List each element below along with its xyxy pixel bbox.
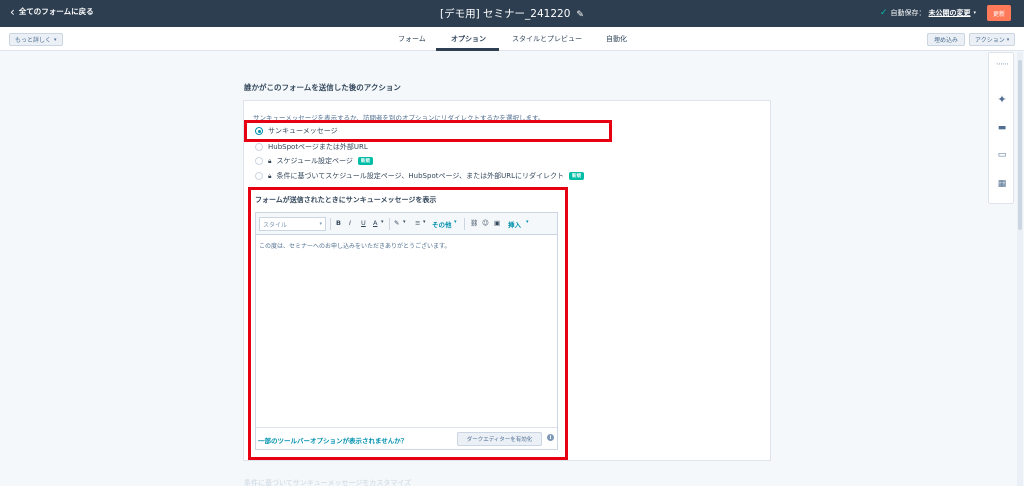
toolbar-options-help-link[interactable]: 一部のツールバーオプションが表示されませんか？ <box>258 435 407 445</box>
editor-toolbar: スタイル ▾ B I U A ▾ ✎ ▾ ≡ ▾ その他 ▾ ⛓ ☺ ▣ 挿入 … <box>256 213 557 235</box>
radio-unchecked[interactable] <box>255 143 263 151</box>
chevron-down-icon: ▾ <box>403 219 406 225</box>
option-scheduling-page[interactable]: 🔒︎ スケジュール設定ページ 新規 <box>255 156 373 166</box>
grid-icon[interactable]: ⋯⋯ <box>996 58 1009 70</box>
tab-automation[interactable]: 自動化 <box>606 34 627 44</box>
tab-options[interactable]: オプション <box>451 34 486 44</box>
editor-heading: フォームが送信されたときにサンキューメッセージを表示 <box>255 196 437 204</box>
underline-button[interactable]: U <box>361 219 366 227</box>
unpublished-changes-link[interactable]: 未公開の変更 <box>929 8 971 18</box>
chat-icon[interactable]: ▬ <box>996 122 1008 134</box>
more-details-label: もっと詳しく <box>15 37 52 44</box>
highlight-box-option <box>244 120 612 142</box>
lock-icon: 🔒︎ <box>268 171 272 180</box>
highlight-pen-icon[interactable]: ✎ <box>394 219 399 227</box>
tab-style-preview[interactable]: スタイルとプレビュー <box>512 34 582 44</box>
chevron-down-icon: ▾ <box>381 219 384 225</box>
align-icon[interactable]: ≡ <box>415 219 420 227</box>
info-icon[interactable]: i <box>547 434 554 441</box>
form-title[interactable]: [デモ用] セミナー_241220 ✎ <box>0 6 1024 21</box>
section-heading: 誰かがこのフォームを送信した後のアクション <box>244 83 401 92</box>
style-select[interactable]: スタイル ▾ <box>259 217 326 231</box>
font-color-button[interactable]: A <box>373 219 377 227</box>
option-conditional-redirect[interactable]: 🔒︎ 条件に基づいてスケジュール設定ページ、HubSpotページ、または外部UR… <box>255 171 585 181</box>
autosave-status: ✓ 自動保存： 未公開の変更 ▾ <box>880 8 976 18</box>
autosave-prefix: 自動保存： <box>890 9 926 17</box>
enable-dark-editor-button[interactable]: ダークエディターを有効化 <box>457 432 542 446</box>
image-icon[interactable]: ▣ <box>494 219 500 227</box>
chevron-down-icon: ▾ <box>973 10 977 16</box>
sparkle-icon[interactable]: ✦ <box>996 93 1008 106</box>
sub-navigation: もっと詳しく ▾ フォーム オプション スタイルとプレビュー 自動化 埋め込み … <box>0 27 1024 51</box>
top-bar: ‹ 全てのフォームに戻る [デモ用] セミナー_241220 ✎ ✓ 自動保存： … <box>0 0 1024 27</box>
insert-button[interactable]: 挿入 <box>508 219 521 229</box>
tab-form[interactable]: フォーム <box>398 34 426 44</box>
more-details-button[interactable]: もっと詳しく ▾ <box>9 33 63 46</box>
chevron-down-icon: ▾ <box>54 36 57 43</box>
embed-button[interactable]: 埋め込み <box>927 33 966 46</box>
actions-label: アクション <box>975 37 1005 44</box>
radio-unchecked[interactable] <box>255 172 263 180</box>
form-title-text: [デモ用] セミナー_241220 <box>440 8 571 20</box>
right-sidebar-rail: ⋯⋯ ✦ ▬ ▭ ▦ <box>988 52 1014 204</box>
lock-icon: 🔒︎ <box>268 156 272 165</box>
style-select-label: スタイル <box>263 221 288 229</box>
active-tab-indicator <box>436 48 499 51</box>
calendar-icon[interactable]: ▦ <box>996 178 1008 190</box>
check-icon: ✓ <box>880 8 888 18</box>
bold-button[interactable]: B <box>336 219 341 227</box>
link-icon[interactable]: ⛓ <box>470 219 478 227</box>
faded-section-heading: 条件に基づいてサンキューメッセージをカスタマイズ <box>244 479 412 486</box>
pencil-icon[interactable]: ✎ <box>576 10 584 20</box>
chevron-down-icon: ▾ <box>526 219 529 225</box>
new-badge: 新規 <box>569 172 585 180</box>
window-icon[interactable]: ▭ <box>996 149 1008 161</box>
toolbar-divider <box>464 218 465 230</box>
publish-button[interactable]: 更新 <box>987 5 1011 21</box>
chevron-down-icon: ▾ <box>454 219 457 225</box>
chevron-down-icon: ▾ <box>1006 36 1010 43</box>
scrollbar-thumb[interactable] <box>1018 60 1022 230</box>
emoji-icon[interactable]: ☺ <box>482 219 489 227</box>
editor-content[interactable]: この度は、セミナーへのお申し込みをいただきありがとうございます。 <box>259 241 450 250</box>
toolbar-divider <box>330 218 331 230</box>
more-options-button[interactable]: その他 <box>432 219 452 229</box>
option-hubspot-or-external-url[interactable]: HubSpotページまたは外部URL <box>255 142 368 152</box>
chevron-down-icon: ▾ <box>319 221 322 227</box>
option-label: スケジュール設定ページ <box>276 157 353 165</box>
option-label: 条件に基づいてスケジュール設定ページ、HubSpotページ、または外部URLにリ… <box>276 172 565 180</box>
option-label: HubSpotページまたは外部URL <box>268 143 368 151</box>
editor-footer: 一部のツールバーオプションが表示されませんか？ ダークエディターを有効化 i <box>256 427 557 449</box>
toolbar-divider <box>389 218 390 230</box>
rich-text-editor: スタイル ▾ B I U A ▾ ✎ ▾ ≡ ▾ その他 ▾ ⛓ ☺ ▣ 挿入 … <box>255 212 558 450</box>
chevron-down-icon: ▾ <box>423 219 426 225</box>
italic-button[interactable]: I <box>349 219 351 227</box>
radio-unchecked[interactable] <box>255 157 263 165</box>
new-badge: 新規 <box>357 157 373 165</box>
actions-button[interactable]: アクション ▾ <box>969 33 1016 46</box>
